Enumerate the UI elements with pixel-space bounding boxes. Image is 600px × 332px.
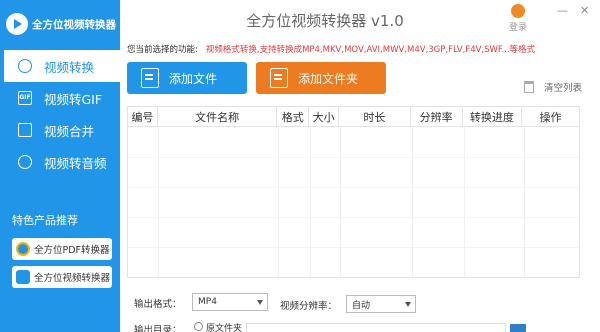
app-logo: 全方位视频转换器 [6, 11, 118, 37]
source-folder-label: 原文件夹 [206, 324, 243, 332]
output-format-label: 输出格式： [134, 299, 182, 310]
add-file-button[interactable]: 添加文件 [127, 62, 247, 94]
column-header-index: 编号 [128, 107, 158, 126]
add-file-label: 添加文件 [169, 71, 218, 86]
minimize-icon[interactable]: — [557, 5, 568, 16]
audio-icon [18, 155, 32, 169]
clear-list-button[interactable]: 清空列表 [524, 80, 582, 94]
window-title: 全方位视频转换器 v1.0 [246, 12, 404, 30]
function-hint: 您当前选择的功能: 视频格式转换,支持转换成MP4,MKV,MOV,AVI,MWV… [127, 43, 535, 55]
merge-icon [18, 123, 32, 137]
column-header-actions: 操作 [539, 110, 562, 124]
add-folder-button[interactable]: 添加文件夹 [256, 62, 386, 94]
user-icon [511, 4, 525, 18]
table-body [128, 127, 579, 277]
login-label: 登录 [508, 23, 527, 33]
hint-label: 您当前选择的功能: [127, 45, 198, 55]
column-header-size: 大小 [309, 107, 340, 126]
column-header-resolution: 分辨率 [411, 107, 463, 126]
logo-play-icon [6, 13, 28, 35]
add-folder-label: 添加文件夹 [298, 71, 359, 86]
output-path-input[interactable] [246, 323, 506, 332]
gif-icon: GIF [18, 91, 32, 105]
sidebar-nav: 视频转换 GIF 视频转GIF 视频合并 视频转音频 [0, 50, 120, 178]
promo-title: 特色产品推荐 [12, 214, 78, 227]
sidebar-item-video-convert[interactable]: 视频转换 [0, 50, 120, 82]
column-header-duration: 时长 [339, 107, 411, 126]
clear-list-label: 清空列表 [544, 83, 583, 94]
chevron-down-icon [257, 300, 263, 305]
output-dir-label: 输出目录： [134, 325, 182, 332]
main-panel: 全方位视频转换器 v1.0 登录 — ✕ 您当前选择的功能: 视频格式转换,支持转… [120, 0, 600, 332]
close-icon[interactable]: ✕ [580, 5, 589, 16]
login-button[interactable]: 登录 [503, 4, 533, 33]
convert-icon [18, 59, 32, 73]
resolution-value: 自动 [352, 300, 371, 311]
sidebar: 全方位视频转换器 视频转换 GIF 视频转GIF 视频合并 视频转音频 特色产品… [0, 0, 120, 332]
promo-pdf-converter-button[interactable]: 全方位PDF转换器 [12, 238, 112, 260]
sidebar-item-video-to-gif[interactable]: GIF 视频转GIF [0, 82, 120, 114]
output-format-value: MP4 [198, 297, 217, 307]
chevron-down-icon [405, 302, 411, 307]
promo-label: 全方位视频转换器 [34, 273, 111, 284]
folder-icon [270, 68, 288, 88]
column-header-progress: 转换进度 [463, 107, 523, 126]
sidebar-item-label: 视频转音频 [44, 155, 107, 171]
source-folder-radio[interactable] [194, 322, 203, 331]
browse-folder-icon[interactable] [510, 324, 526, 332]
supported-formats: 视频格式转换,支持转换成MP4,MKV,MOV,AVI,MWV,M4V,3GP,… [205, 45, 536, 55]
promo-label: 全方位PDF转换器 [34, 245, 110, 256]
video-app-icon [16, 270, 30, 284]
file-table: 编号 文件名称 格式 大小 时长 分辨率 转换进度 操作 [127, 106, 580, 278]
resolution-label: 视频分辨率： [280, 301, 338, 312]
sidebar-item-label: 视频合并 [44, 123, 95, 139]
output-format-select[interactable]: MP4 [192, 293, 268, 311]
sidebar-item-label: 视频转GIF [44, 91, 103, 107]
table-header: 编号 文件名称 格式 大小 时长 分辨率 转换进度 操作 [128, 107, 579, 127]
column-header-filename: 文件名称 [158, 107, 278, 126]
sidebar-item-video-merge[interactable]: 视频合并 [0, 114, 120, 146]
sidebar-item-label: 视频转换 [44, 59, 95, 75]
file-icon [141, 68, 159, 88]
sidebar-item-video-to-audio[interactable]: 视频转音频 [0, 146, 120, 178]
pdf-app-icon [16, 242, 30, 256]
trash-icon [524, 81, 534, 93]
logo-text: 全方位视频转换器 [32, 18, 116, 31]
promo-video-converter-button[interactable]: 全方位视频转换器 [12, 266, 112, 288]
resolution-select[interactable]: 自动 [346, 295, 416, 313]
column-header-format: 格式 [277, 107, 310, 126]
